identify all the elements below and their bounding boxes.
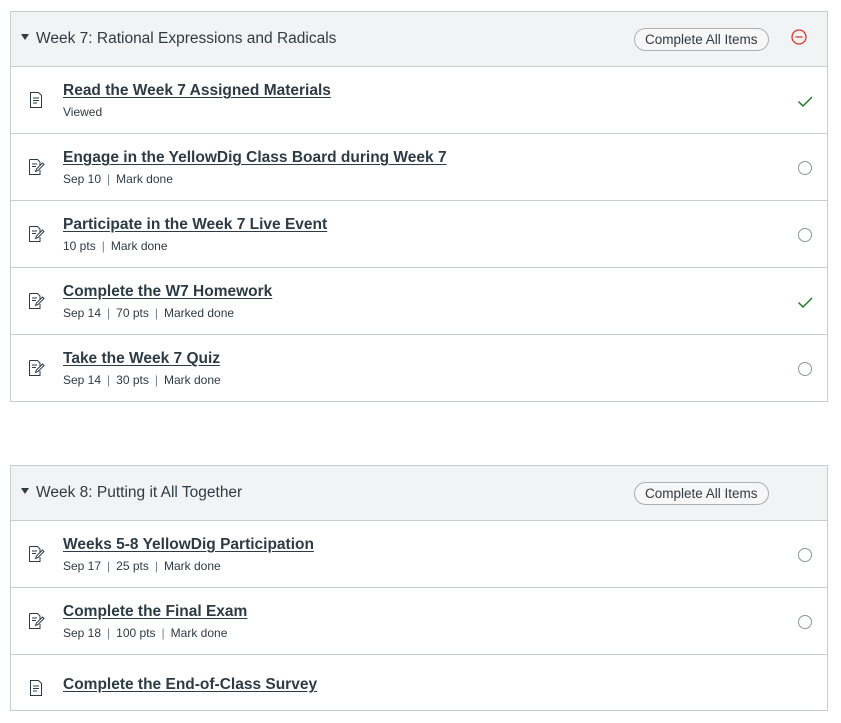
item-title-link[interactable]: Engage in the YellowDig Class Board duri…: [63, 149, 447, 167]
meta-separator: |: [107, 172, 111, 186]
item-meta: Sep 14 | 30 pts | Mark done: [63, 373, 221, 387]
meta-separator: |: [154, 373, 158, 387]
meta-value: Sep 14: [63, 373, 102, 387]
item-title-link[interactable]: Participate in the Week 7 Live Event: [63, 216, 327, 234]
meta-value: Sep 10: [63, 172, 102, 186]
meta-separator: |: [107, 306, 111, 320]
item-title-link[interactable]: Complete the Final Exam: [63, 603, 247, 621]
assignment-icon: [27, 225, 45, 243]
meta-value: Sep 14: [63, 306, 102, 320]
caret-down-icon[interactable]: [21, 488, 29, 494]
mark-done-circle-icon[interactable]: [796, 546, 814, 564]
meta-value: Marked done: [164, 306, 235, 320]
module-week-7: Week 7: Rational Expressions and Radical…: [10, 11, 828, 402]
assignment-icon: [27, 612, 45, 630]
meta-separator: |: [107, 373, 111, 387]
module-item: Participate in the Week 7 Live Event 10 p…: [11, 201, 827, 268]
meta-value: Mark done: [164, 373, 221, 387]
checkmark-icon: [796, 92, 814, 110]
assignment-icon: [27, 158, 45, 176]
module-item: Complete the End-of-Class Survey: [11, 655, 827, 722]
module-header[interactable]: Week 7: Rational Expressions and Radical…: [11, 12, 827, 67]
meta-separator: |: [107, 559, 111, 573]
meta-value: Mark done: [110, 239, 168, 253]
meta-value: Mark done: [164, 559, 221, 573]
meta-value: 70 pts: [116, 306, 149, 320]
module-title: Week 8: Putting it All Together: [36, 484, 243, 501]
module-item: Complete the W7 Homework Sep 14 | 70 pts | Ma…: [11, 268, 827, 335]
item-title-link[interactable]: Complete the End-of-Class Survey: [63, 676, 317, 694]
item-meta: Viewed: [63, 105, 102, 119]
meta-value: Sep 18: [63, 626, 102, 640]
assignment-icon: [27, 359, 45, 377]
mark-done-circle-icon[interactable]: [796, 360, 814, 378]
meta-separator: |: [161, 626, 165, 640]
item-meta: Sep 18 | 100 pts | Mark done: [63, 626, 227, 640]
meta-value: 25 pts: [116, 559, 149, 573]
meta-separator: |: [107, 626, 111, 640]
meta-value: 10 pts: [63, 239, 96, 253]
item-title-link[interactable]: Take the Week 7 Quiz: [63, 350, 220, 368]
module-item: Read the Week 7 Assigned Materials Viewed: [11, 67, 827, 134]
checkmark-icon: [796, 293, 814, 311]
complete-all-items-button[interactable]: Complete All Items: [634, 482, 769, 505]
item-meta: 10 pts | Mark done: [63, 239, 168, 253]
meta-separator: |: [101, 239, 105, 253]
mark-done-circle-icon[interactable]: [796, 159, 814, 177]
item-meta: Sep 14 | 70 pts | Marked done: [63, 306, 234, 320]
meta-value: Mark done: [116, 172, 173, 186]
module-items: Read the Week 7 Assigned Materials Viewed…: [11, 67, 827, 402]
module-item: Engage in the YellowDig Class Board duri…: [11, 134, 827, 201]
document-icon: [27, 91, 45, 109]
meta-value: Mark done: [170, 626, 228, 640]
module-header[interactable]: Week 8: Putting it All Together Complete…: [11, 466, 827, 521]
meta-value: 100 pts: [116, 626, 156, 640]
assignment-icon: [27, 292, 45, 310]
caret-down-icon[interactable]: [21, 34, 29, 40]
assignment-icon: [27, 545, 45, 563]
item-meta: Sep 17 | 25 pts | Mark done: [63, 559, 221, 573]
mark-done-circle-icon[interactable]: [796, 226, 814, 244]
item-meta: Sep 10 | Mark done: [63, 172, 173, 186]
module-item: Complete the Final Exam Sep 18 | 100 pts | Ma…: [11, 588, 827, 655]
meta-separator: |: [154, 306, 158, 320]
meta-value: 30 pts: [116, 373, 149, 387]
module-items: Weeks 5-8 YellowDig Participation Sep 17 |…: [11, 521, 827, 722]
item-title-link[interactable]: Weeks 5-8 YellowDig Participation: [63, 536, 314, 554]
document-icon: [27, 679, 45, 697]
collapse-minus-circle-icon[interactable]: [791, 29, 807, 45]
module-item: Take the Week 7 Quiz Sep 14 | 30 pts | Mark d…: [11, 335, 827, 402]
meta-value: Viewed: [63, 105, 103, 119]
item-title-link[interactable]: Complete the W7 Homework: [63, 283, 272, 301]
complete-all-items-button[interactable]: Complete All Items: [634, 28, 769, 51]
module-item: Weeks 5-8 YellowDig Participation Sep 17 |…: [11, 521, 827, 588]
mark-done-circle-icon[interactable]: [796, 613, 814, 631]
meta-separator: |: [154, 559, 158, 573]
item-title-link[interactable]: Read the Week 7 Assigned Materials: [63, 82, 331, 100]
module-week-8: Week 8: Putting it All Together Complete…: [10, 465, 828, 711]
module-title: Week 7: Rational Expressions and Radical…: [36, 30, 337, 47]
meta-value: Sep 17: [63, 559, 102, 573]
